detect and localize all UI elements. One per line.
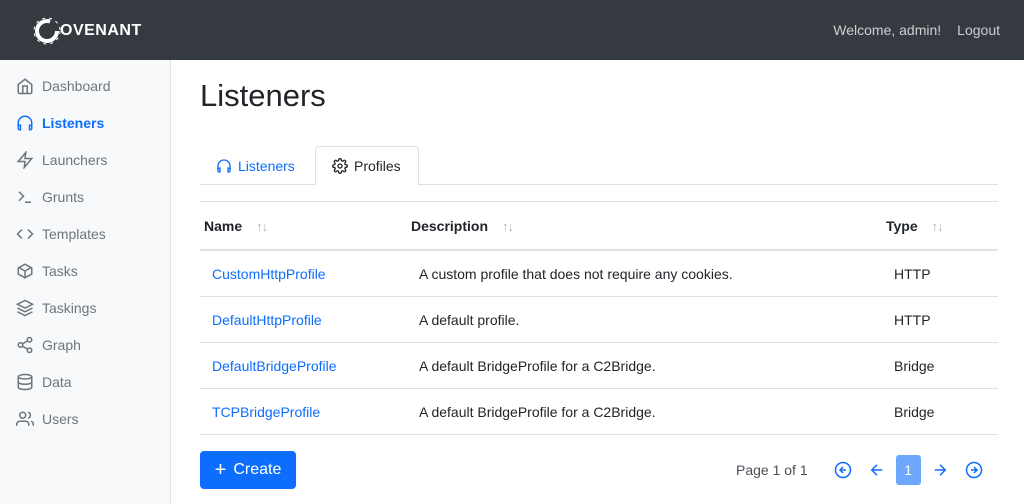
database-icon [17, 373, 33, 391]
sidebar-item-label: Listeners [42, 115, 105, 131]
column-header-type[interactable]: Type ↑↓ [886, 202, 944, 250]
welcome-text: Welcome, admin! [833, 22, 942, 38]
profile-type: Bridge [894, 358, 935, 374]
first-page-button[interactable] [828, 455, 858, 485]
column-header-description[interactable]: Description ↑↓ [411, 202, 514, 250]
sidebar-item-data[interactable]: Data [16, 370, 72, 394]
headphones-icon [217, 158, 231, 173]
sidebar-item-label: Dashboard [42, 78, 111, 94]
next-page-button[interactable] [925, 455, 955, 485]
create-button[interactable]: + Create [200, 451, 296, 489]
arrow-right-circle-icon [965, 461, 982, 479]
box-icon [17, 263, 33, 279]
profiles-table: Name ↑↓ Description ↑↓ Type ↑↓ CustomHtt… [200, 201, 998, 435]
table-row: DefaultBridgeProfile A default BridgePro… [200, 343, 998, 389]
sort-icon: ↑↓ [256, 218, 268, 234]
sidebar-item-users[interactable]: Users [16, 407, 79, 431]
logout-link[interactable]: Logout [957, 22, 1000, 38]
code-icon [16, 228, 34, 240]
sidebar-item-label: Users [42, 411, 79, 427]
gear-icon [332, 158, 348, 174]
sidebar: Dashboard Listeners Launchers Grunts Tem… [0, 60, 171, 504]
page-title: Listeners [200, 78, 326, 113]
sort-icon: ↑↓ [502, 218, 514, 234]
covenant-logo[interactable]: OVENANT [32, 16, 142, 46]
users-icon [16, 411, 34, 426]
sidebar-item-label: Templates [42, 226, 106, 242]
covenant-logo-icon [33, 17, 61, 45]
create-button-label: Create [233, 461, 282, 478]
table-row: DefaultHttpProfile A default profile. HT… [200, 297, 998, 343]
pagination: Page 1 of 1 1 [736, 451, 989, 489]
tab-label: Listeners [238, 157, 295, 174]
arrow-left-icon [870, 464, 882, 476]
table-row: CustomHttpProfile A custom profile that … [200, 251, 998, 297]
sidebar-item-graph[interactable]: Graph [16, 333, 81, 357]
profile-description: A custom profile that does not require a… [419, 266, 733, 282]
profile-name-link[interactable]: CustomHttpProfile [212, 251, 326, 297]
top-navbar: OVENANT Welcome, admin! Logout [0, 0, 1024, 60]
table-row: TCPBridgeProfile A default BridgeProfile… [200, 389, 998, 435]
plus-icon: + [214, 459, 227, 481]
sidebar-item-label: Graph [42, 337, 81, 353]
share-icon [17, 336, 33, 354]
sort-icon: ↑↓ [931, 218, 944, 234]
profile-type: HTTP [894, 312, 931, 328]
column-header-name[interactable]: Name ↑↓ [204, 202, 268, 250]
home-icon [17, 78, 33, 95]
profile-type: HTTP [894, 266, 931, 282]
sidebar-item-grunts[interactable]: Grunts [16, 185, 84, 209]
sidebar-item-launchers[interactable]: Launchers [16, 148, 107, 172]
profile-description: A default BridgeProfile for a C2Bridge. [419, 358, 656, 374]
headphones-icon [17, 115, 33, 131]
sidebar-item-label: Tasks [42, 263, 78, 279]
sidebar-item-tasks[interactable]: Tasks [16, 259, 78, 283]
sidebar-item-templates[interactable]: Templates [16, 222, 106, 246]
profile-name-link[interactable]: DefaultBridgeProfile [212, 343, 337, 389]
profile-name-link[interactable]: TCPBridgeProfile [212, 389, 320, 435]
lightning-icon [16, 151, 34, 169]
sidebar-item-taskings[interactable]: Taskings [16, 296, 96, 320]
arrow-right-icon [934, 464, 946, 476]
profile-description: A default BridgeProfile for a C2Bridge. [419, 404, 656, 420]
last-page-button[interactable] [959, 455, 989, 485]
tab-profiles[interactable]: Profiles [315, 146, 419, 186]
tab-label: Profiles [354, 158, 401, 174]
page-info: Page 1 of 1 [736, 462, 808, 478]
table-header: Name ↑↓ Description ↑↓ Type ↑↓ [200, 201, 998, 251]
profile-name-link[interactable]: DefaultHttpProfile [212, 297, 322, 343]
sidebar-item-dashboard[interactable]: Dashboard [16, 74, 111, 98]
previous-page-button[interactable] [862, 455, 892, 485]
terminal-icon [18, 191, 31, 203]
sidebar-item-label: Launchers [42, 152, 108, 168]
layers-icon [16, 299, 34, 317]
profile-description: A default profile. [419, 312, 520, 328]
brand-name: OVENANT [60, 22, 142, 39]
page-number-button[interactable]: 1 [895, 455, 921, 485]
profile-type: Bridge [894, 404, 935, 420]
sidebar-item-label: Data [42, 374, 72, 390]
sidebar-item-listeners[interactable]: Listeners [16, 111, 104, 135]
tab-bar: Listeners Profiles [200, 146, 998, 186]
arrow-left-circle-icon [834, 461, 851, 479]
sidebar-item-label: Grunts [42, 189, 85, 205]
tab-listeners[interactable]: Listeners [200, 146, 311, 185]
sidebar-item-label: Taskings [42, 300, 97, 316]
